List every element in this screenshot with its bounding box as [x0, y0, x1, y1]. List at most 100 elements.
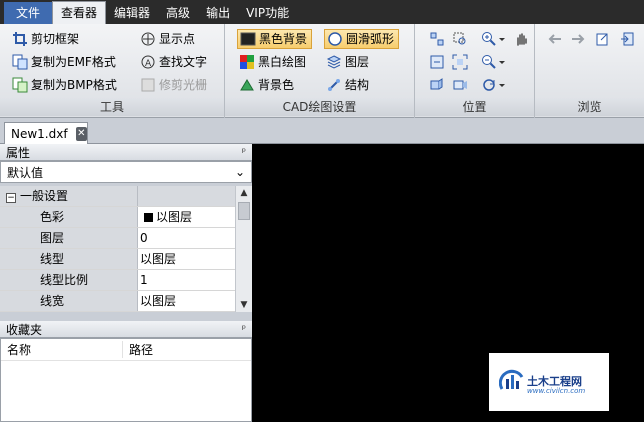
- properties-grid: − 一般设置 色彩 以图层 图层 0 线型 以图层 线型比例 1 线宽 以图层 ▲…: [0, 186, 252, 312]
- trim-raster-button[interactable]: 修剪光栅: [138, 75, 211, 95]
- scroll-up-icon[interactable]: ▲: [236, 186, 252, 200]
- position-group: 位置: [415, 24, 535, 118]
- cad-settings-group: 黑色背景 黑白绘图 背景色 圆滑弧形 图层 结构 CAD绘图设置: [225, 24, 415, 118]
- menu-editor[interactable]: 编辑器: [106, 2, 158, 24]
- menu-output[interactable]: 输出: [198, 2, 238, 24]
- property-key: 线型比例: [0, 270, 138, 290]
- pin-icon[interactable]: ᵖ: [242, 147, 246, 158]
- copy-bmp-button[interactable]: 复制为BMP格式: [10, 75, 121, 95]
- find-text-button[interactable]: A 查找文字: [138, 52, 211, 72]
- back-arrow-icon[interactable]: [545, 29, 565, 49]
- camera-view-icon[interactable]: [450, 75, 470, 95]
- property-section-label: 一般设置: [20, 189, 69, 203]
- column-header-path[interactable]: 路径: [123, 341, 153, 358]
- copy-bmp-label: 复制为BMP格式: [31, 78, 117, 92]
- document-tab-name: New1.dxf: [11, 126, 68, 141]
- previous-view-icon[interactable]: [427, 52, 447, 72]
- document-tab-strip: New1.dxf ✕: [0, 118, 644, 144]
- zoom-out-dropdown-icon[interactable]: [497, 52, 507, 72]
- clip-frame-button[interactable]: 剪切框架: [10, 29, 83, 49]
- zoom-window-icon[interactable]: [450, 29, 470, 49]
- smooth-arc-label: 圆滑弧形: [346, 32, 395, 46]
- watermark-url: www.civilcn.com: [527, 387, 586, 395]
- property-row[interactable]: 图层 0: [0, 228, 252, 249]
- browse-group: 浏览: [535, 24, 644, 118]
- property-row[interactable]: 线宽 以图层: [0, 291, 252, 312]
- menu-advanced[interactable]: 高级: [158, 2, 198, 24]
- menu-bar: 文件 查看器 编辑器 高级 输出 VIP功能: [0, 0, 644, 24]
- rotate-dropdown-icon[interactable]: [497, 75, 507, 95]
- property-row[interactable]: 线型比例 1: [0, 270, 252, 291]
- exit-icon[interactable]: [617, 29, 637, 49]
- properties-dropdown-value: 默认值: [7, 165, 44, 180]
- close-tab-icon[interactable]: ✕: [75, 126, 87, 141]
- copy-emf-button[interactable]: 复制为EMF格式: [10, 52, 120, 72]
- forward-arrow-icon[interactable]: [568, 29, 588, 49]
- ribbon: 剪切框架 复制为EMF格式 复制为BMP格式 显示点 A 查找文字 修剪光栅 工…: [0, 24, 644, 118]
- background-color-button[interactable]: 背景色: [237, 75, 298, 95]
- property-key: 图层: [0, 228, 138, 248]
- fit-view-icon[interactable]: [427, 29, 447, 49]
- layers-icon: [326, 54, 342, 70]
- favorites-title: 收藏夹: [6, 322, 43, 337]
- paint-icon: [239, 77, 255, 93]
- layers-label: 图层: [345, 55, 370, 69]
- favorites-header: 收藏夹 ᵖ: [0, 321, 252, 338]
- cad-settings-group-label: CAD绘图设置: [225, 98, 414, 116]
- smooth-arc-button[interactable]: 圆滑弧形: [324, 29, 400, 49]
- property-row[interactable]: 色彩 以图层: [0, 207, 252, 228]
- left-pane: 属性 ᵖ 默认值 ⌄ − 一般设置 色彩 以图层 图层 0 线型 以图层 线型比例…: [0, 144, 252, 422]
- collapse-icon[interactable]: −: [6, 193, 16, 203]
- rotate-view-icon[interactable]: [479, 75, 499, 95]
- crop-icon: [12, 31, 28, 47]
- property-key: 色彩: [0, 207, 138, 227]
- raster-icon: [140, 77, 156, 93]
- color-swatch: [144, 213, 153, 222]
- property-row[interactable]: 线型 以图层: [0, 249, 252, 270]
- pin-icon[interactable]: ᵖ: [242, 324, 246, 335]
- pan-hand-icon[interactable]: [511, 29, 531, 49]
- property-section[interactable]: − 一般设置: [0, 186, 252, 207]
- show-points-label: 显示点: [159, 32, 196, 46]
- menu-viewer[interactable]: 查看器: [52, 1, 107, 24]
- property-key: 线型: [0, 249, 138, 269]
- tools-group: 剪切框架 复制为EMF格式 复制为BMP格式 显示点 A 查找文字 修剪光栅 工…: [0, 24, 225, 118]
- trim-raster-label: 修剪光栅: [159, 78, 208, 92]
- black-background-icon: [240, 31, 256, 47]
- favorites-list: 名称 路径: [0, 338, 252, 422]
- watermark-logo: 土木工程网 www.civilcn.com: [489, 353, 609, 411]
- structure-label: 结构: [345, 78, 370, 92]
- properties-scrollbar[interactable]: ▲ ▼: [235, 186, 252, 312]
- open-file-icon[interactable]: [593, 29, 613, 49]
- bw-drawing-label: 黑白绘图: [258, 55, 307, 69]
- scroll-thumb[interactable]: [238, 202, 250, 220]
- zoom-in-dropdown-icon[interactable]: [497, 29, 507, 49]
- black-background-button[interactable]: 黑色背景: [237, 29, 313, 49]
- menu-vip[interactable]: VIP功能: [238, 2, 297, 24]
- copy-emf-icon: [12, 54, 28, 70]
- zoom-extents-icon[interactable]: [450, 52, 470, 72]
- bw-drawing-button[interactable]: 黑白绘图: [237, 52, 310, 72]
- black-background-label: 黑色背景: [259, 32, 308, 46]
- structure-button[interactable]: 结构: [324, 75, 373, 95]
- menu-file[interactable]: 文件: [4, 2, 53, 24]
- chevron-down-icon: ⌄: [234, 165, 245, 179]
- copy-bmp-icon: [12, 77, 28, 93]
- bw-drawing-icon: [239, 54, 255, 70]
- favorites-column-headers: 名称 路径: [1, 339, 251, 361]
- document-tab[interactable]: New1.dxf ✕: [4, 122, 88, 144]
- column-header-name[interactable]: 名称: [1, 341, 123, 358]
- properties-title: 属性: [6, 145, 31, 160]
- copy-emf-label: 复制为EMF格式: [31, 55, 116, 69]
- layers-button[interactable]: 图层: [324, 52, 373, 72]
- properties-dropdown[interactable]: 默认值 ⌄: [0, 161, 252, 183]
- zoom-in-icon[interactable]: [479, 29, 499, 49]
- tools-group-label: 工具: [0, 98, 224, 116]
- smooth-arc-icon: [327, 31, 343, 47]
- show-points-button[interactable]: 显示点: [138, 29, 199, 49]
- scroll-down-icon[interactable]: ▼: [236, 298, 252, 312]
- structure-icon: [326, 77, 342, 93]
- find-text-icon: A: [140, 54, 156, 70]
- 3d-orbit-icon[interactable]: [427, 75, 447, 95]
- zoom-out-icon[interactable]: [479, 52, 499, 72]
